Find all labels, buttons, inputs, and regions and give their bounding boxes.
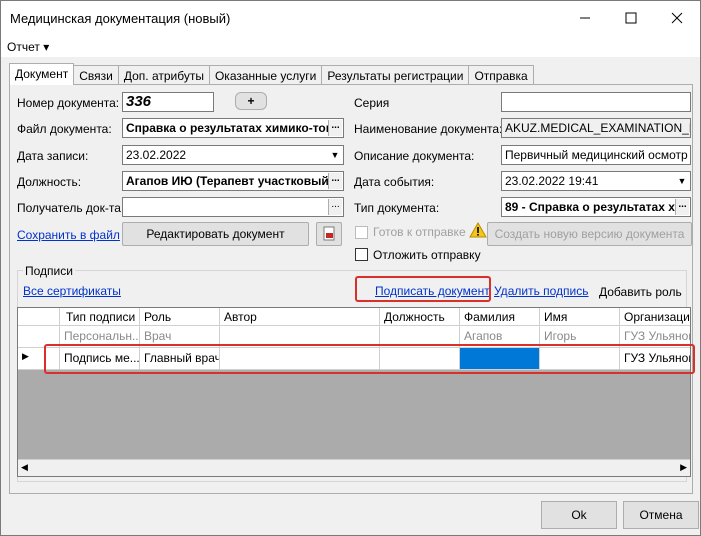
cancel-button[interactable]: Отмена xyxy=(623,501,699,529)
table-cell[interactable] xyxy=(540,348,620,370)
current-row-indicator-icon[interactable]: ▶ xyxy=(18,348,60,370)
dropdown-arrow-icon[interactable]: ▼ xyxy=(675,173,689,189)
position-field[interactable]: Агапов ИЮ (Терапевт участковый) ... xyxy=(122,171,344,191)
delete-signature-link[interactable]: Удалить подпись xyxy=(494,284,589,298)
tab-sending[interactable]: Отправка xyxy=(468,65,534,85)
scroll-left-icon[interactable]: ◀ xyxy=(21,462,28,473)
recipient-field[interactable]: ... xyxy=(122,197,344,217)
table-cell[interactable]: Игорь xyxy=(540,326,620,348)
column-header[interactable]: Должность xyxy=(380,308,460,326)
table-cell[interactable]: Врач xyxy=(140,326,220,348)
table-cell[interactable] xyxy=(380,348,460,370)
row-header-corner xyxy=(18,308,60,326)
series-label: Серия xyxy=(354,96,390,110)
ellipsis-icon[interactable]: ... xyxy=(328,173,342,189)
recipient-label: Получатель док-та xyxy=(17,201,121,215)
tab-services[interactable]: Оказанные услуги xyxy=(208,65,323,85)
tab-registration-results[interactable]: Результаты регистрации xyxy=(321,65,470,85)
menu-bar: Отчет ▾ xyxy=(1,35,700,57)
doc-number-label: Номер документа: xyxy=(17,96,120,110)
maximize-button[interactable] xyxy=(608,1,654,35)
tab-links[interactable]: Связи xyxy=(73,65,119,85)
column-header[interactable]: Роль xyxy=(140,308,220,326)
doc-desc-field[interactable]: Первичный медицинский осмотр xyxy=(501,145,691,165)
pdf-file-icon xyxy=(323,226,335,241)
minimize-button[interactable] xyxy=(562,1,608,35)
doc-desc-label: Описание документа: xyxy=(354,149,475,163)
new-version-button[interactable]: Создать новую версию документа xyxy=(487,222,692,246)
table-cell[interactable]: Персональн... xyxy=(60,326,140,348)
minimize-icon xyxy=(580,17,590,19)
position-label: Должность: xyxy=(17,175,82,189)
table-cell[interactable] xyxy=(220,348,380,370)
save-to-file-link[interactable]: Сохранить в файл xyxy=(17,228,120,242)
signatures-grid: Тип подписи Роль Автор Должность Фамилия… xyxy=(17,307,691,477)
close-icon xyxy=(671,12,683,24)
ready-to-send-label: Готов к отправке xyxy=(373,225,466,239)
add-role-button[interactable]: Добавить роль xyxy=(599,285,682,299)
signatures-group-label: Подписи xyxy=(23,264,75,278)
horizontal-scrollbar[interactable]: ◀ ▶ xyxy=(18,459,690,476)
ellipsis-icon[interactable]: ... xyxy=(675,199,689,215)
record-date-picker[interactable]: 23.02.2022 ▼ xyxy=(122,145,344,165)
doc-name-label: Наименование документа: xyxy=(354,122,503,136)
row-header[interactable] xyxy=(18,326,60,348)
ready-to-send-checkbox[interactable] xyxy=(355,226,368,239)
all-certificates-link[interactable]: Все сертификаты xyxy=(23,284,121,298)
dialog-window: Медицинская документация (новый) Отчет ▾… xyxy=(0,0,701,536)
table-cell[interactable]: ГУЗ Ульянов xyxy=(620,326,690,348)
selected-table-cell[interactable] xyxy=(460,348,540,370)
table-cell[interactable] xyxy=(380,326,460,348)
doc-name-field[interactable]: AKUZ.MEDICAL_EXAMINATION_MAIN xyxy=(501,118,691,138)
table-cell[interactable]: ГУЗ Ульянов xyxy=(620,348,690,370)
table-cell[interactable]: Агапов xyxy=(460,326,540,348)
title-bar: Медицинская документация (новый) xyxy=(1,1,700,35)
doc-file-field[interactable]: Справка о результатах химико-ток ... xyxy=(122,118,344,138)
table-cell[interactable]: Главный врач xyxy=(140,348,220,370)
event-date-value: 23.02.2022 19:41 xyxy=(505,174,599,188)
table-cell[interactable] xyxy=(220,326,380,348)
event-date-picker[interactable]: 23.02.2022 19:41 ▼ xyxy=(501,171,691,191)
window-title: Медицинская документация (новый) xyxy=(10,11,231,26)
pdf-file-button[interactable] xyxy=(316,222,342,246)
tab-document[interactable]: Документ xyxy=(9,63,75,85)
doc-type-label: Тип документа: xyxy=(354,201,440,215)
doc-type-value: 89 - Справка о результатах х... xyxy=(505,200,685,214)
table-row[interactable]: Персональн... Врач Агапов Игорь ГУЗ Улья… xyxy=(18,326,690,348)
position-value: Агапов ИЮ (Терапевт участковый) xyxy=(126,174,333,188)
tab-extra-attributes[interactable]: Доп. атрибуты xyxy=(117,65,210,85)
add-button[interactable]: + xyxy=(235,92,267,110)
close-button[interactable] xyxy=(654,1,700,35)
doc-file-label: Файл документа: xyxy=(17,122,112,136)
column-header[interactable]: Автор xyxy=(220,308,380,326)
ellipsis-icon[interactable]: ... xyxy=(328,120,342,136)
column-header[interactable]: Фамилия xyxy=(460,308,540,326)
scroll-right-icon[interactable]: ▶ xyxy=(680,462,687,473)
column-header[interactable]: Имя xyxy=(540,308,620,326)
edit-document-button[interactable]: Редактировать документ xyxy=(122,222,309,246)
column-header[interactable]: Организация xyxy=(620,308,690,326)
record-date-label: Дата записи: xyxy=(17,149,89,163)
maximize-icon xyxy=(625,12,637,24)
postpone-send-checkbox[interactable] xyxy=(355,248,368,261)
table-row[interactable]: ▶ Подпись ме... Главный врач ГУЗ Ульянов xyxy=(18,348,690,370)
doc-type-field[interactable]: 89 - Справка о результатах х... ... xyxy=(501,197,691,217)
warning-icon xyxy=(469,222,487,238)
doc-file-value: Справка о результатах химико-ток xyxy=(126,121,332,135)
series-field[interactable] xyxy=(501,92,691,112)
record-date-value: 23.02.2022 xyxy=(126,148,187,162)
sign-document-link[interactable]: Подписать документ xyxy=(375,284,490,298)
event-date-label: Дата события: xyxy=(354,175,435,189)
grid-header: Тип подписи Роль Автор Должность Фамилия… xyxy=(18,308,690,326)
tab-strip: Документ Связи Доп. атрибуты Оказанные у… xyxy=(9,63,534,85)
dropdown-arrow-icon[interactable]: ▼ xyxy=(328,147,342,163)
doc-number-field[interactable]: 336 xyxy=(122,92,214,112)
ellipsis-icon[interactable]: ... xyxy=(328,199,342,215)
postpone-send-label: Отложить отправку xyxy=(373,248,481,262)
menu-report[interactable]: Отчет ▾ xyxy=(7,40,49,54)
column-header[interactable]: Тип подписи xyxy=(60,308,140,326)
table-cell[interactable]: Подпись ме... xyxy=(60,348,140,370)
ok-button[interactable]: Ok xyxy=(541,501,617,529)
